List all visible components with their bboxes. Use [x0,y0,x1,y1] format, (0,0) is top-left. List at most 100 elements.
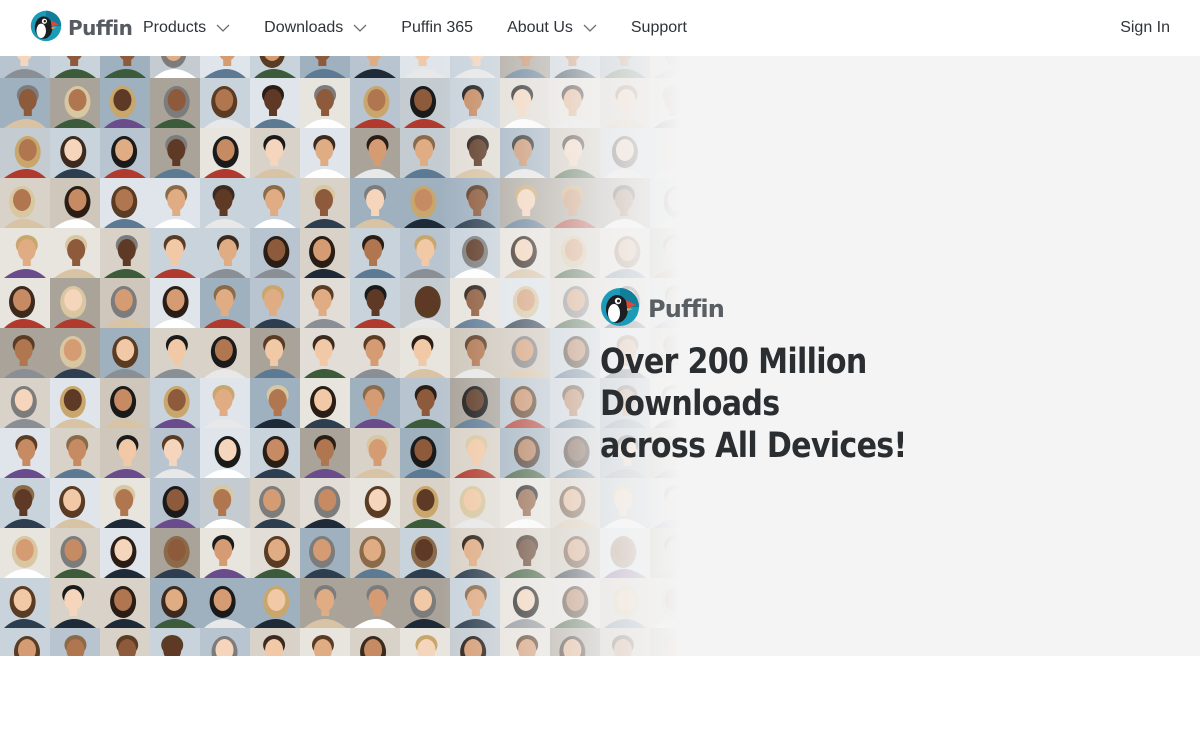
portrait-tile [50,628,100,656]
portrait-tile [250,428,300,478]
portrait-tile [650,528,700,578]
portrait-tile [0,428,50,478]
nav-products-label: Products [143,19,207,36]
portrait-tile [0,478,50,528]
portrait-tile [250,78,300,128]
portrait-tile [400,428,450,478]
portrait-tile [300,278,350,328]
portrait-tile [200,478,250,528]
portrait-tile [0,628,50,656]
portrait-tile [450,178,500,228]
portrait-tile [0,78,50,128]
portrait-tile [500,128,550,178]
portrait-tile [550,478,600,528]
portrait-tile [300,228,350,278]
portrait-tile [600,628,650,656]
portrait-tile [300,578,350,628]
portrait-tile [450,328,500,378]
portrait-tile [350,178,400,228]
portrait-tile [0,528,50,578]
portrait-tile [600,78,650,128]
portrait-tile [50,278,100,328]
portrait-tile [350,228,400,278]
portrait-tile [600,478,650,528]
portrait-tile [50,228,100,278]
portrait-tile [200,528,250,578]
portrait-tile [0,128,50,178]
portrait-tile [350,528,400,578]
sign-in-link[interactable]: Sign In [1120,0,1170,56]
nav-downloads[interactable]: Downloads [264,0,367,56]
portrait-tile [100,578,150,628]
portrait-tile [600,578,650,628]
portrait-tile [100,278,150,328]
hero-brand-logo: Puffin [600,287,725,329]
hero-headline: Over 200 Million Downloads across All De… [600,341,1047,467]
portrait-tile [500,528,550,578]
portrait-tile [400,128,450,178]
portrait-tile [150,278,200,328]
portrait-tile [100,328,150,378]
portrait-tile [350,328,400,378]
portrait-tile [550,628,600,656]
portrait-tile [0,178,50,228]
hero-banner: Puffin Over 200 Million Downloads across… [0,0,1200,656]
brand-home-link[interactable]: Puffin [30,10,133,47]
portrait-tile [450,78,500,128]
portrait-tile [400,528,450,578]
portrait-tile [150,328,200,378]
portrait-tile [500,178,550,228]
portrait-tile [150,228,200,278]
portrait-tile [300,628,350,656]
portrait-tile [600,128,650,178]
portrait-tile [100,478,150,528]
portrait-tile [500,378,550,428]
portrait-tile [200,578,250,628]
portrait-tile [500,428,550,478]
portrait-tile [550,578,600,628]
hero-brand-name: Puffin [648,295,725,323]
portrait-tile [200,178,250,228]
portrait-tile [100,378,150,428]
hero-headline-line2: across All Devices! [600,426,907,466]
nav-support[interactable]: Support [631,0,687,56]
portrait-tile [300,428,350,478]
portrait-tile [500,78,550,128]
nav-puffin-365[interactable]: Puffin 365 [401,0,473,56]
portrait-tile [250,378,300,428]
portrait-tile [400,378,450,428]
portrait-tile [350,628,400,656]
portrait-tile [150,178,200,228]
portrait-tile [600,528,650,578]
portrait-tile [50,78,100,128]
nav-about-us[interactable]: About Us [507,0,597,56]
nav-products[interactable]: Products [143,0,230,56]
portrait-tile [250,328,300,378]
portrait-tile [100,628,150,656]
portrait-tile [100,78,150,128]
portrait-tile [550,128,600,178]
portrait-tile [300,478,350,528]
portrait-tile [500,328,550,378]
portrait-tile [250,128,300,178]
nav-support-label: Support [630,19,687,36]
portrait-tile [350,378,400,428]
portrait-tile [100,428,150,478]
portrait-tile [150,528,200,578]
portrait-tile [650,128,700,178]
nav-puffin-365-label: Puffin 365 [401,19,474,36]
portrait-mosaic-image [0,0,700,656]
portrait-tile [250,528,300,578]
portrait-tile [50,478,100,528]
portrait-tile [150,78,200,128]
puffin-logo-icon [30,10,62,47]
portrait-tile [650,78,700,128]
nav-downloads-label: Downloads [264,19,344,36]
portrait-tile [100,528,150,578]
portrait-tile [550,528,600,578]
portrait-tile [550,78,600,128]
portrait-tile [550,178,600,228]
nav-about-us-label: About Us [507,19,573,36]
portrait-tile [400,228,450,278]
portrait-tile [300,128,350,178]
